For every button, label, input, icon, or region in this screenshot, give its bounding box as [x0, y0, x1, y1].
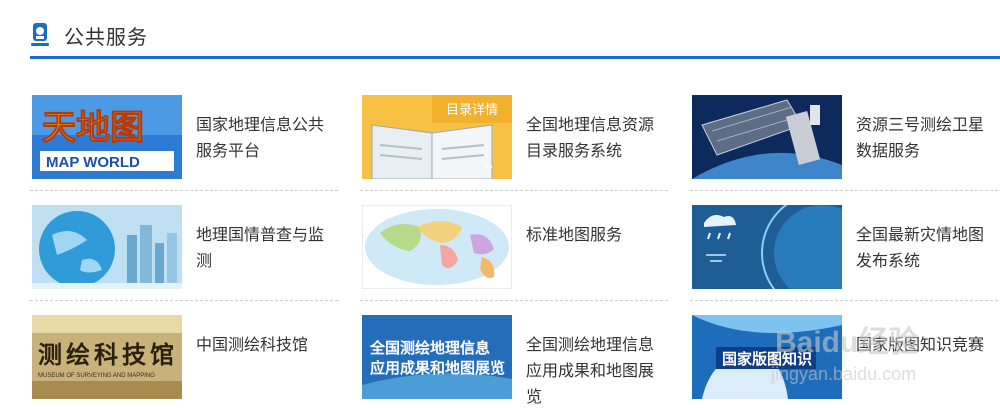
service-card-standard-map[interactable]: 标准地图服务 — [360, 170, 670, 301]
territory-quiz-thumb-title: 国家版图知识 — [722, 350, 812, 368]
museum-thumb-subtitle: MUSEUM OF SURVEYING AND MAPPING — [38, 373, 155, 379]
service-card-exhibition[interactable]: 全国测绘地理信息 应用成果和地图展览 全国测绘地理信息应用成果和地图展览 — [360, 280, 670, 406]
section-header: 公共服务 — [30, 18, 1000, 52]
service-label[interactable]: 地理国情普查与监测 — [196, 222, 326, 274]
service-label[interactable]: 中国测绘科技馆 — [196, 332, 326, 358]
service-card-satellite[interactable]: 资源三号测绘卫星数据服务 — [690, 60, 1000, 191]
exhibition-thumb-line1: 全国测绘地理信息 — [369, 339, 490, 357]
service-card-museum[interactable]: 测绘科技馆 MUSEUM OF SURVEYING AND MAPPING 中国… — [30, 280, 340, 399]
museum-thumbnail[interactable]: 测绘科技馆 MUSEUM OF SURVEYING AND MAPPING — [32, 315, 182, 399]
service-card-mapworld[interactable]: 天地图 MAP WORLD 国家地理信息公共服务平台 — [30, 60, 340, 191]
service-icon — [30, 22, 50, 48]
mapworld-thumb-english: MAP WORLD — [46, 154, 140, 171]
mapworld-thumb-chinese: 天地图 — [42, 109, 144, 147]
disaster-map-thumbnail[interactable] — [692, 205, 842, 289]
exhibition-thumbnail[interactable]: 全国测绘地理信息 应用成果和地图展览 — [362, 315, 512, 399]
service-label[interactable]: 标准地图服务 — [526, 222, 656, 248]
service-label[interactable]: 全国最新灾情地图发布系统 — [856, 222, 986, 274]
service-card-catalog[interactable]: 目录详情 » 全国地理信息资源目录服务系统 — [360, 60, 670, 191]
section-title: 公共服务 — [64, 24, 148, 49]
mapworld-thumbnail[interactable]: 天地图 MAP WORLD — [32, 95, 182, 179]
service-card-disaster-map[interactable]: 全国最新灾情地图发布系统 — [690, 170, 1000, 301]
service-label[interactable]: 资源三号测绘卫星数据服务 — [856, 112, 986, 164]
geo-census-thumbnail[interactable] — [32, 205, 182, 289]
satellite-thumbnail[interactable] — [692, 95, 842, 179]
service-label[interactable]: 国家版图知识竞赛 — [856, 332, 986, 358]
service-label[interactable]: 全国地理信息资源目录服务系统 — [526, 112, 656, 164]
catalog-thumbnail[interactable]: 目录详情 » — [362, 95, 512, 179]
exhibition-thumb-line2: 应用成果和地图展览 — [370, 359, 505, 377]
header-divider — [30, 56, 1000, 59]
standard-map-thumbnail[interactable] — [362, 205, 512, 289]
catalog-thumb-title: 目录详情 — [446, 102, 498, 117]
service-label[interactable]: 国家地理信息公共服务平台 — [196, 112, 326, 164]
service-card-territory-quiz[interactable]: 国家版图知识 国家版图知识竞赛 — [690, 280, 1000, 399]
museum-thumb-title: 测绘科技馆 — [38, 341, 178, 369]
service-label[interactable]: 全国测绘地理信息应用成果和地图展览 — [526, 332, 656, 408]
service-card-geo-census[interactable]: 地理国情普查与监测 — [30, 170, 340, 301]
territory-quiz-thumbnail[interactable]: 国家版图知识 — [692, 315, 842, 399]
services-grid: 天地图 MAP WORLD 国家地理信息公共服务平台 目录详情 » 全国地理信息… — [30, 60, 1000, 408]
